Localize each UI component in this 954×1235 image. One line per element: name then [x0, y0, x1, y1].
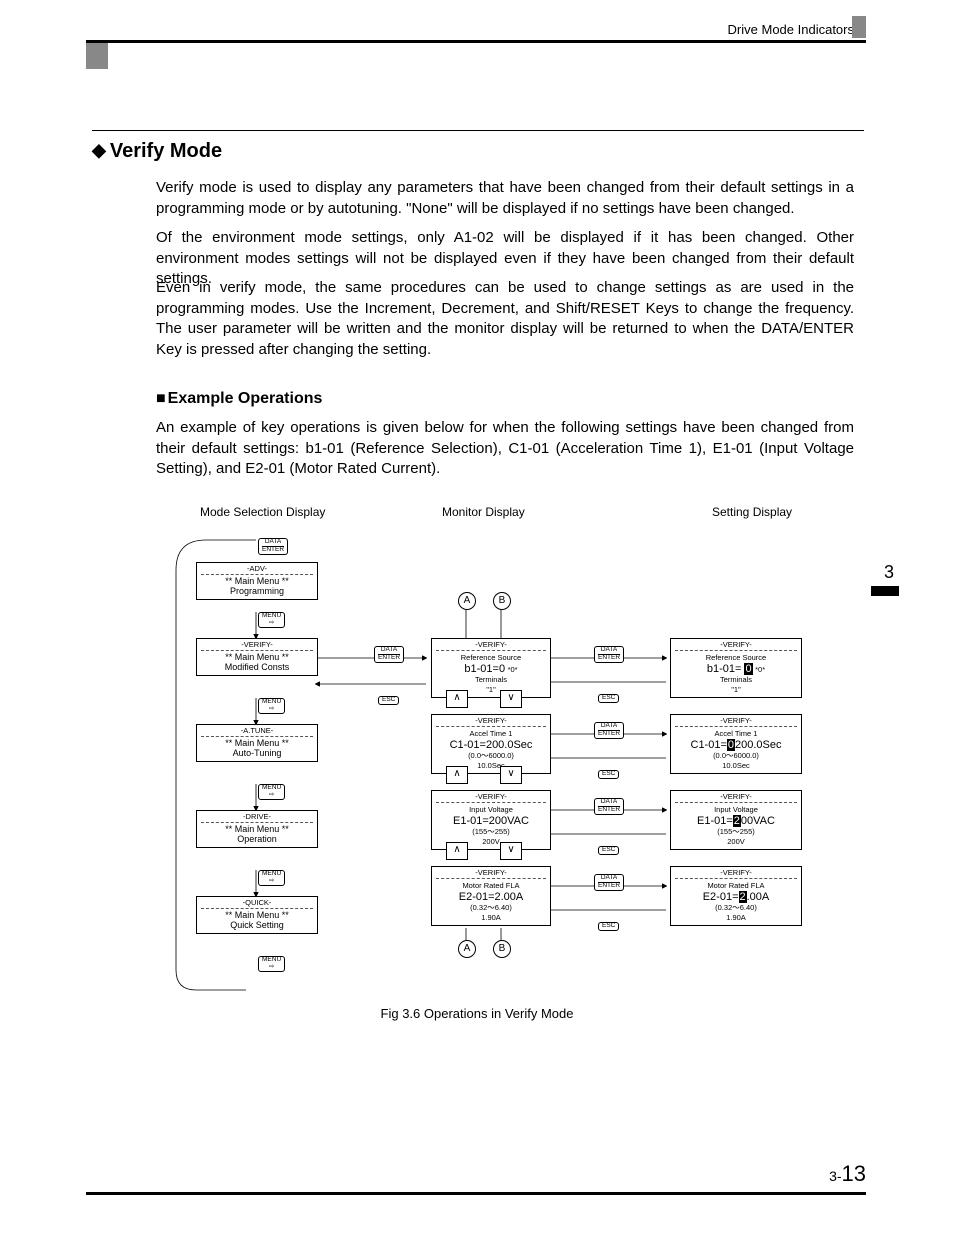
key-menu: MENU⇨	[258, 870, 285, 886]
setting-panel-e2-01: -VERIFY- Motor Rated FLA E2-01=2.00A (0.…	[670, 866, 802, 926]
key-esc: ESC	[598, 922, 619, 931]
section-rule	[92, 130, 864, 131]
key-menu: MENU⇨	[258, 956, 285, 972]
running-head: Drive Mode Indicators	[728, 22, 854, 37]
header-tab	[852, 16, 866, 38]
key-up-icon: ∧	[446, 690, 468, 708]
diagram: DATAENTER -ADV- ** Main Menu ** Programm…	[156, 530, 816, 1000]
subsection-title: ■Example Operations	[156, 390, 322, 408]
setting-panel-e1-01: -VERIFY- Input Voltage E1-01=200VAC (155…	[670, 790, 802, 850]
circle-a: A	[458, 940, 476, 958]
mode-panel-quick: -QUICK- ** Main Menu ** Quick Setting	[196, 896, 318, 934]
para-3: Even in verify mode, the same procedures…	[156, 278, 854, 361]
monitor-panel-c1-01: -VERIFY- Accel Time 1 C1-01=200.0Sec (0.…	[431, 714, 551, 774]
setting-panel-b1-01: -VERIFY- Reference Source b1-01= 0 *0* T…	[670, 638, 802, 698]
key-esc: ESC	[598, 694, 619, 703]
key-down-icon: ∨	[500, 766, 522, 784]
diamond-icon: ◆	[92, 140, 106, 161]
circle-b: B	[493, 592, 511, 610]
circle-a: A	[458, 592, 476, 610]
key-up-icon: ∧	[446, 766, 468, 784]
subsection-title-text: Example Operations	[168, 390, 323, 407]
key-data-enter: DATAENTER	[594, 646, 624, 663]
mode-panel-verify: -VERIFY- ** Main Menu ** Modified Consts	[196, 638, 318, 676]
key-up-icon: ∧	[446, 842, 468, 860]
key-menu: MENU⇨	[258, 612, 285, 628]
key-esc: ESC	[598, 846, 619, 855]
mode-panel-drive: -DRIVE- ** Main Menu ** Operation	[196, 810, 318, 848]
monitor-panel-e1-01: -VERIFY- Input Voltage E1-01=200VAC (155…	[431, 790, 551, 850]
col-label-3: Setting Display	[712, 505, 792, 519]
key-data-enter: DATAENTER	[594, 722, 624, 739]
side-tab	[86, 43, 108, 69]
setting-panel-c1-01: -VERIFY- Accel Time 1 C1-01=0200.0Sec (0…	[670, 714, 802, 774]
key-esc: ESC	[598, 770, 619, 779]
monitor-panel-e2-01: -VERIFY- Motor Rated FLA E2-01=2.00A (0.…	[431, 866, 551, 926]
section-title: ◆Verify Mode	[92, 140, 222, 163]
key-data-enter: DATAENTER	[374, 646, 404, 663]
key-esc: ESC	[378, 696, 399, 705]
monitor-panel-b1-01: -VERIFY- Reference Source b1-01=0 *0* Te…	[431, 638, 551, 698]
side-chapter-number: 3	[884, 562, 894, 583]
circle-b: B	[493, 940, 511, 958]
col-label-2: Monitor Display	[442, 505, 525, 519]
page-number: 3-13	[829, 1161, 866, 1187]
mode-panel-adv: -ADV- ** Main Menu ** Programming	[196, 562, 318, 600]
key-menu: MENU⇨	[258, 698, 285, 714]
subsection-para: An example of key operations is given be…	[156, 418, 854, 480]
header-rule	[86, 40, 866, 43]
mode-panel-atune: -A.TUNE- ** Main Menu ** Auto-Tuning	[196, 724, 318, 762]
para-1: Verify mode is used to display any param…	[156, 178, 854, 219]
key-data-enter: DATAENTER	[594, 798, 624, 815]
key-data-enter: DATAENTER	[594, 874, 624, 891]
side-chapter-bar	[871, 586, 899, 596]
col-label-1: Mode Selection Display	[200, 505, 325, 519]
key-menu: MENU⇨	[258, 784, 285, 800]
section-title-text: Verify Mode	[110, 140, 222, 162]
key-down-icon: ∨	[500, 690, 522, 708]
key-down-icon: ∨	[500, 842, 522, 860]
key-data-enter: DATAENTER	[258, 538, 288, 555]
square-icon: ■	[156, 390, 166, 407]
footer-rule	[86, 1192, 866, 1195]
figure-caption: Fig 3.6 Operations in Verify Mode	[0, 1006, 954, 1021]
